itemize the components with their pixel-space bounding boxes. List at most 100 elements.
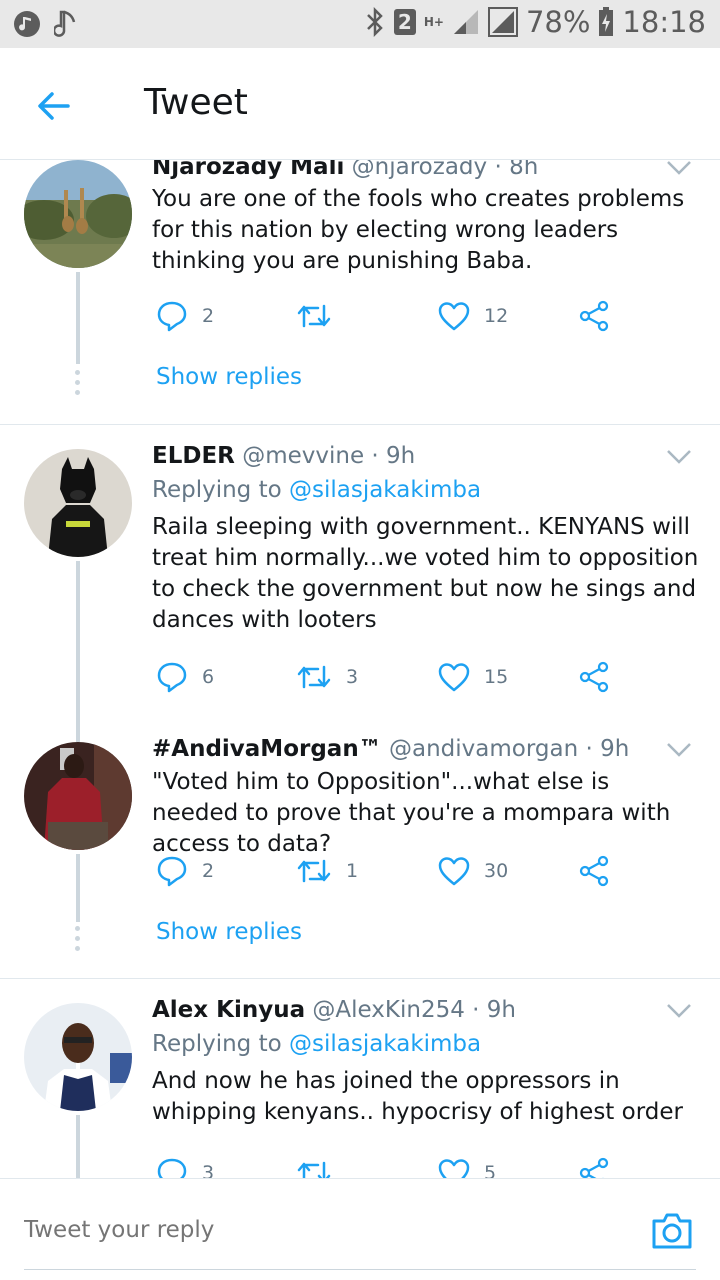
- reply-composer: [0, 1178, 720, 1280]
- reply-icon: [157, 856, 187, 887]
- like-count: 12: [484, 305, 509, 327]
- tweet-actions: 6 3 15: [152, 657, 672, 697]
- clock-time: 18:18: [622, 5, 706, 39]
- music-note-icon: [54, 8, 80, 40]
- share-icon: [579, 300, 609, 332]
- tweet-item[interactable]: ELDER @mevvine · 9h Replying to @silasja…: [0, 425, 720, 708]
- author-name[interactable]: Alex Kinyua: [152, 997, 305, 1023]
- like-button[interactable]: 15: [438, 657, 508, 697]
- retweet-button[interactable]: 1: [296, 851, 358, 891]
- share-button[interactable]: [578, 296, 610, 336]
- share-icon: [579, 661, 609, 693]
- camera-button[interactable]: [650, 1209, 694, 1253]
- tweet-time: · 8h: [494, 160, 539, 180]
- reply-count: 6: [202, 666, 215, 688]
- tweet-item[interactable]: #AndivaMorgan™ @andivamorgan · 9h "Voted…: [0, 708, 720, 978]
- tweet-header: Njarozady Mali @njarozady · 8h: [152, 160, 538, 180]
- page-title: Tweet: [144, 82, 248, 123]
- author-handle[interactable]: @andivamorgan: [389, 736, 578, 762]
- thread-line: [76, 561, 80, 708]
- author-name[interactable]: Njarozady Mali: [152, 160, 344, 180]
- heart-icon: [438, 1159, 470, 1178]
- retweet-icon: [297, 304, 331, 328]
- replying-to-handle[interactable]: @silasjakakimba: [289, 1031, 481, 1057]
- replying-to-label: Replying to: [152, 1031, 282, 1057]
- author-handle[interactable]: @mevvine: [242, 443, 364, 469]
- retweet-count: 3: [346, 666, 359, 688]
- avatar[interactable]: [24, 742, 132, 850]
- reply-icon: [157, 1158, 187, 1178]
- tweet-text: Raila sleeping with government.. KENYANS…: [152, 514, 699, 633]
- retweet-icon: [297, 665, 331, 689]
- retweet-button[interactable]: [296, 1153, 346, 1178]
- retweet-button[interactable]: 3: [296, 657, 358, 697]
- tweet-time: · 9h: [472, 997, 516, 1023]
- avatar[interactable]: [24, 449, 132, 557]
- like-button[interactable]: 12: [438, 296, 508, 336]
- chevron-down-icon[interactable]: [666, 1003, 692, 1019]
- reply-input[interactable]: [24, 1217, 624, 1243]
- thread-line: [76, 854, 80, 922]
- tweet-time: · 9h: [585, 736, 630, 762]
- author-name[interactable]: ELDER: [152, 443, 235, 469]
- like-count: 30: [484, 860, 509, 882]
- back-button[interactable]: [30, 82, 78, 130]
- sim-slot-badge: 2: [393, 9, 416, 35]
- retweet-count: 1: [346, 860, 359, 882]
- heart-icon: [438, 302, 470, 331]
- thread-dots: [75, 370, 81, 395]
- app-bar: Tweet: [0, 48, 720, 160]
- heart-icon: [438, 857, 470, 886]
- reply-button[interactable]: 2: [156, 296, 214, 336]
- retweet-icon: [297, 1161, 331, 1178]
- like-count: 15: [484, 666, 509, 688]
- like-button[interactable]: 5: [438, 1153, 496, 1178]
- chevron-down-icon[interactable]: [666, 742, 692, 758]
- share-button[interactable]: [578, 657, 610, 697]
- reply-icon: [157, 662, 187, 693]
- share-icon: [579, 1157, 609, 1178]
- reply-count: 2: [202, 305, 215, 327]
- author-handle[interactable]: @AlexKin254: [312, 997, 464, 1023]
- like-button[interactable]: 30: [438, 851, 508, 891]
- avatar[interactable]: [24, 1003, 132, 1111]
- reply-icon: [157, 301, 187, 332]
- tweet-item[interactable]: Njarozady Mali @njarozady · 8h You are o…: [0, 160, 720, 424]
- tweet-item[interactable]: Alex Kinyua @AlexKin254 · 9h Replying to…: [0, 979, 720, 1178]
- bluetooth-icon: [364, 7, 386, 37]
- author-name[interactable]: #AndivaMorgan™: [152, 736, 382, 762]
- thread-dots: [75, 926, 81, 951]
- network-type-label: H+: [423, 15, 444, 29]
- avatar[interactable]: [24, 160, 132, 268]
- reply-count: 2: [202, 860, 215, 882]
- replying-to: Replying to @silasjakakimba: [152, 1031, 481, 1057]
- tweet-actions: 3 5: [152, 1153, 672, 1178]
- show-replies-link[interactable]: Show replies: [156, 919, 302, 945]
- battery-percent: 78%: [525, 5, 591, 39]
- show-replies-link[interactable]: Show replies: [156, 364, 302, 390]
- tweet-header: ELDER @mevvine · 9h: [152, 443, 415, 469]
- share-button[interactable]: [578, 851, 610, 891]
- thread-line: [76, 1115, 80, 1178]
- thread-line: [76, 272, 80, 364]
- reply-count: 3: [202, 1162, 215, 1178]
- reply-button[interactable]: 6: [156, 657, 214, 697]
- reply-button[interactable]: 2: [156, 851, 214, 891]
- tweet-replies-list[interactable]: Njarozady Mali @njarozady · 8h You are o…: [0, 160, 720, 1178]
- retweet-button[interactable]: [296, 296, 346, 336]
- tweet-text: You are one of the fools who creates pro…: [152, 186, 685, 274]
- thread-line: [76, 708, 80, 742]
- chevron-down-icon[interactable]: [666, 449, 692, 465]
- share-icon: [579, 855, 609, 887]
- signal-icon-sim2: [487, 7, 518, 37]
- replying-to-handle[interactable]: @silasjakakimba: [289, 477, 481, 503]
- share-button[interactable]: [578, 1153, 610, 1178]
- chevron-down-icon[interactable]: [666, 160, 692, 176]
- reply-button[interactable]: 3: [156, 1153, 214, 1178]
- tweet-text: "Voted him to Opposition"...what else is…: [152, 769, 671, 857]
- author-handle[interactable]: @njarozady: [352, 160, 487, 180]
- tweet-actions: 2 12: [152, 296, 672, 336]
- like-count: 5: [484, 1162, 497, 1178]
- arrow-left-icon: [38, 92, 70, 120]
- music-player-icon: [12, 9, 42, 39]
